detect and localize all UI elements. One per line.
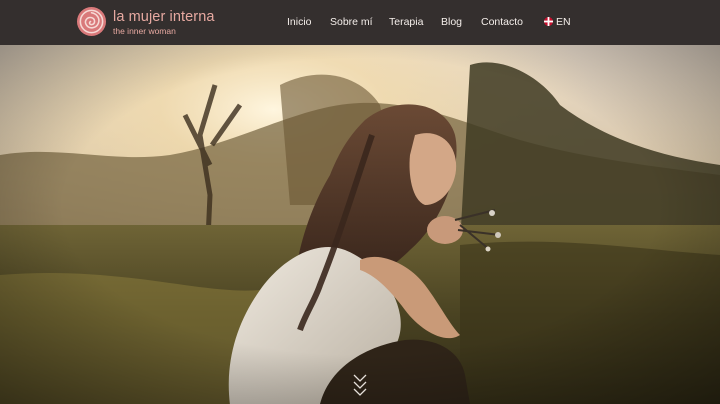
rose-logo-icon	[76, 6, 107, 37]
nav-item-blog[interactable]: Blog	[441, 16, 462, 28]
nav-item-contacto[interactable]: Contacto	[481, 16, 523, 28]
hero-image	[0, 45, 720, 404]
hero-photo	[0, 45, 720, 404]
language-label: EN	[556, 16, 571, 28]
scroll-down-icon[interactable]	[352, 373, 368, 397]
nav-item-inicio[interactable]: Inicio	[287, 16, 312, 28]
top-navbar: la mujer interna the inner woman Inicio …	[0, 0, 720, 45]
uk-flag-icon	[544, 17, 553, 26]
brand-logo[interactable]: la mujer interna the inner woman	[76, 6, 216, 40]
brand-title: la mujer interna	[113, 9, 215, 25]
nav-item-sobre-mi[interactable]: Sobre mí	[330, 16, 373, 28]
nav-item-terapia[interactable]: Terapia	[389, 16, 423, 28]
brand-subtitle: the inner woman	[113, 26, 176, 36]
